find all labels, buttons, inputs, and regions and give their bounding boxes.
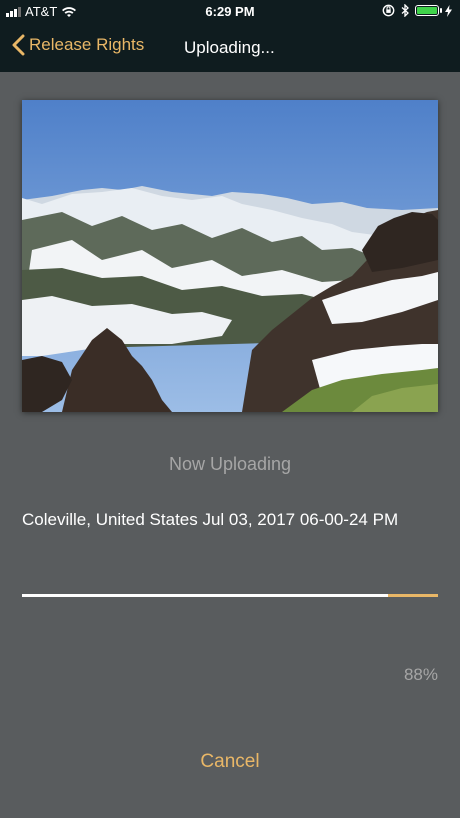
progress-percent: 88%	[403, 665, 438, 684]
progress-fill	[22, 594, 389, 597]
charging-icon	[445, 4, 452, 17]
upload-status-label: Now Uploading	[168, 454, 292, 474]
mountain-landscape-image	[22, 100, 438, 412]
bluetooth-icon	[401, 4, 409, 17]
file-name: Coleville, United States Jul 03, 2017 06…	[22, 510, 399, 529]
orientation-lock-icon	[382, 4, 395, 17]
battery-icon	[415, 5, 442, 16]
chevron-left-icon	[12, 34, 25, 56]
back-button[interactable]: Release Rights	[12, 34, 144, 56]
battery-fill	[417, 7, 437, 14]
upload-photo	[22, 100, 438, 412]
nav-bar: Release Rights Uploading...	[0, 24, 460, 72]
back-button-label: Release Rights	[29, 35, 145, 54]
status-right	[382, 4, 452, 17]
status-bar: AT&T 6:29 PM	[0, 0, 460, 24]
cancel-button[interactable]: Cancel	[0, 751, 460, 773]
page-title: Uploading...	[184, 38, 275, 57]
progress-bar	[22, 594, 438, 597]
